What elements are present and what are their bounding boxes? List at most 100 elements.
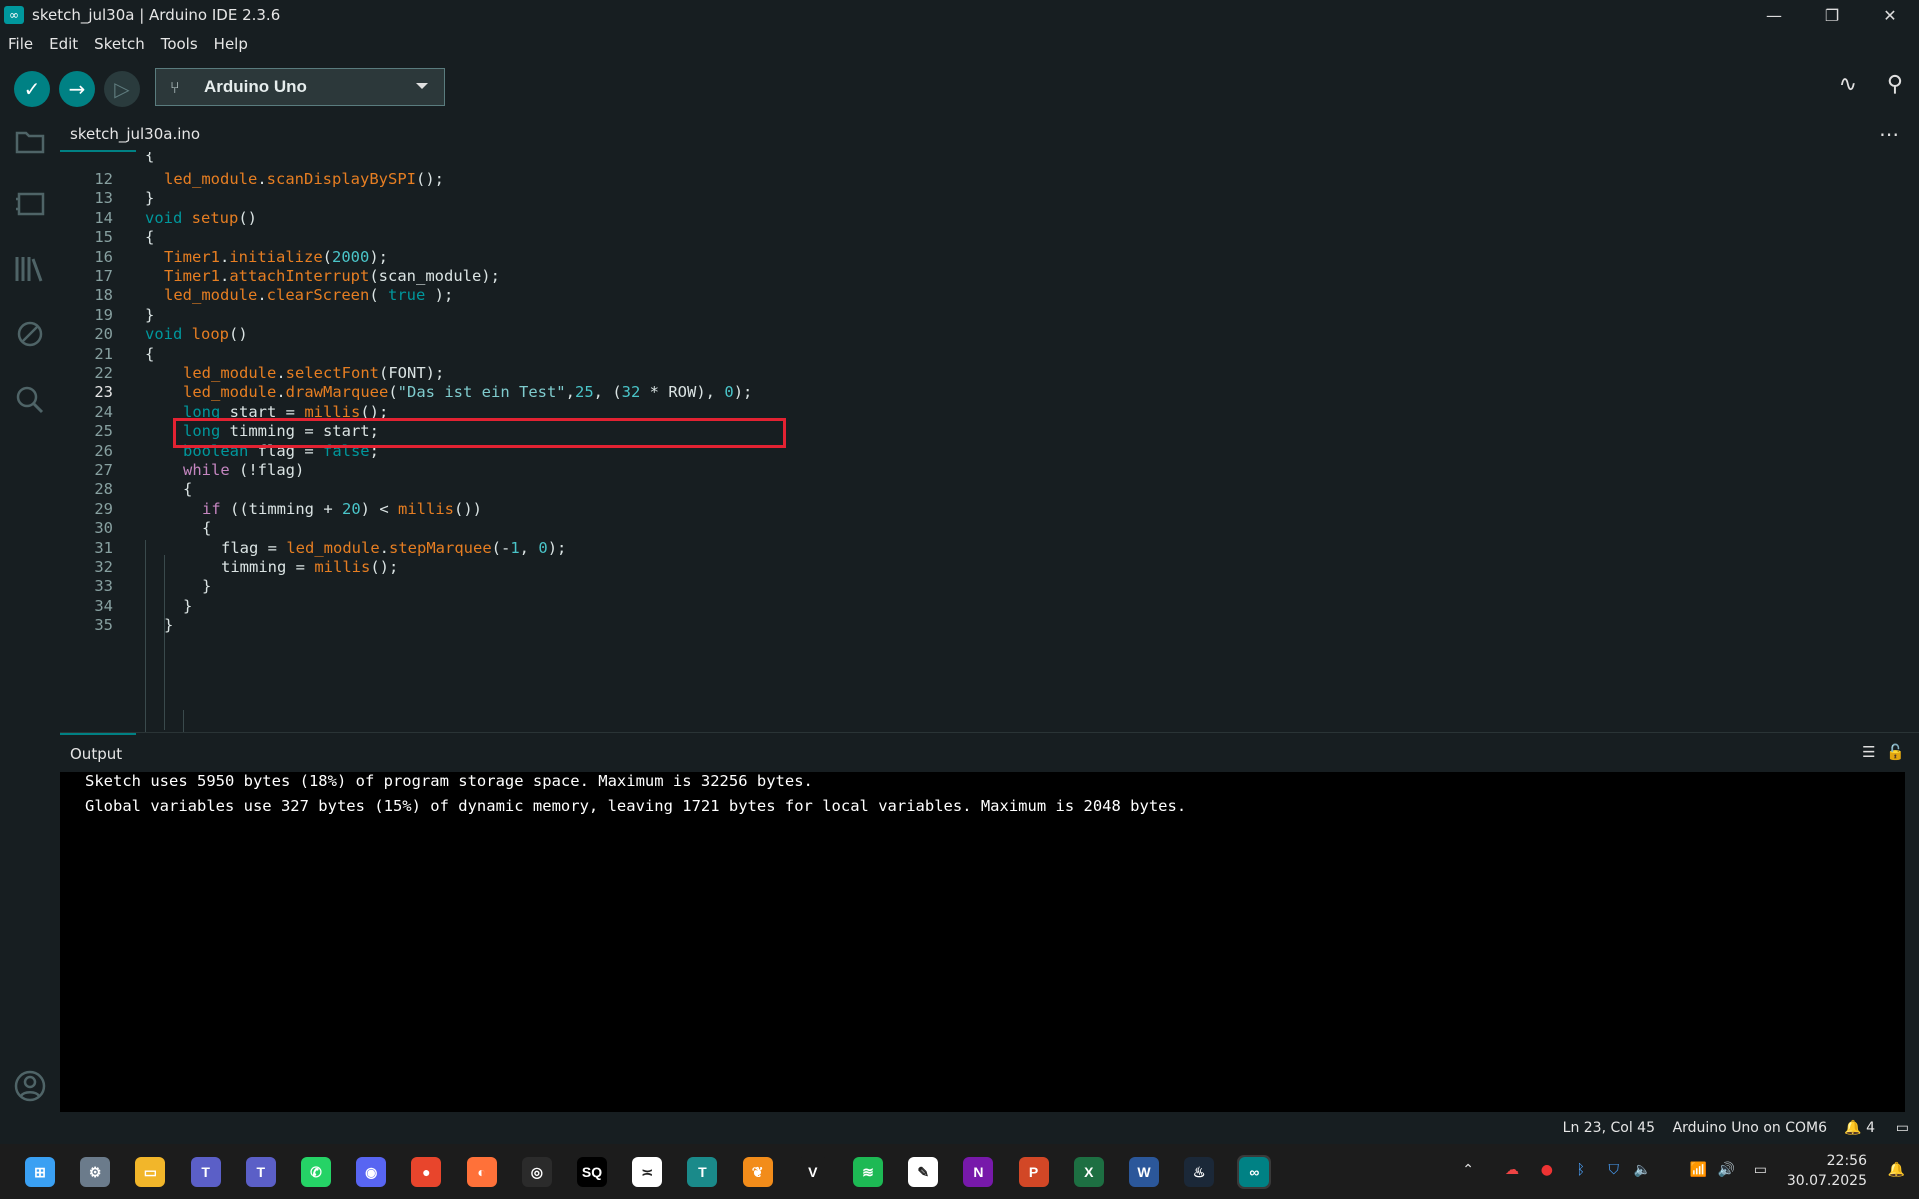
bluetooth-icon[interactable]: ᛒ <box>1577 1162 1585 1178</box>
teams-classic-glyph: T <box>245 1157 276 1187</box>
status-bar: Ln 23, Col 45 Arduino Uno on COM6 🔔 4 ▭ <box>60 1112 1919 1144</box>
taskbar-clock[interactable]: 22:56 30.07.2025 <box>1787 1151 1867 1191</box>
taskbar-teams-classic-icon[interactable]: T <box>244 1155 278 1189</box>
taskbar-teams-icon[interactable]: T <box>189 1155 223 1189</box>
indent-guide <box>145 540 146 732</box>
usb-icon: ⑂ <box>170 77 180 97</box>
wifi-icon[interactable]: 📶 <box>1690 1162 1707 1178</box>
clear-output-icon[interactable]: ☰ <box>1862 743 1875 761</box>
tab-sketch-file[interactable]: sketch_jul30a.ino <box>60 116 210 152</box>
taskbar-notes-icon[interactable]: ✎ <box>906 1155 940 1189</box>
app-red-glyph: ● <box>411 1157 442 1187</box>
windows-taskbar: ⊞ ⚙ ▭ T T ✆ ◉ ● ◐ ◎ SQ ≍ T ❦ V ≋ ✎ N P X W ♨ ∞ ⌃ ☁ ● ᛒ ⛉ 🔈 📶 🔊… <box>0 1144 1919 1199</box>
steam-glyph: ♨ <box>1184 1157 1215 1187</box>
toggle-bottom-panel-icon[interactable]: ▭ <box>1896 1120 1909 1136</box>
upload-button[interactable]: → <box>59 71 95 107</box>
board-manager-icon[interactable] <box>12 186 48 222</box>
menu-tools[interactable]: Tools <box>153 35 206 53</box>
output-panel-header: Output ☰ 🔓 <box>60 732 1919 772</box>
taskbar-app-tealblue-icon[interactable]: T <box>685 1155 719 1189</box>
taskbar-windows-start-icon[interactable]: ⊞ <box>23 1155 57 1189</box>
menu-edit[interactable]: Edit <box>41 35 86 53</box>
sq-glyph: SQ <box>577 1157 607 1187</box>
tray-red-app-icon[interactable]: ● <box>1541 1162 1553 1178</box>
serial-plotter-icon[interactable]: ∿ <box>1839 72 1857 97</box>
more-options-icon[interactable]: ⋯ <box>1879 122 1899 146</box>
arduino-glyph: ∞ <box>1239 1157 1270 1187</box>
notifications-count[interactable]: 🔔 4 <box>1844 1120 1875 1136</box>
taskbar-file-explorer-icon[interactable]: ▭ <box>133 1155 167 1189</box>
close-button[interactable]: ✕ <box>1861 0 1919 30</box>
scroll-lock-icon[interactable]: 🔓 <box>1886 743 1905 761</box>
onenote-glyph: N <box>963 1157 994 1187</box>
volume-icon[interactable]: 🔊 <box>1718 1162 1735 1178</box>
onedrive-error-icon[interactable]: ☁ <box>1505 1162 1519 1178</box>
tray-chevron-up-icon[interactable]: ⌃ <box>1462 1162 1474 1178</box>
teams-glyph: T <box>190 1157 221 1187</box>
taskbar-spotify-icon[interactable]: ≋ <box>851 1155 885 1189</box>
taskbar-powerpoint-icon[interactable]: P <box>1017 1155 1051 1189</box>
debug-play-icon: ▷ <box>114 77 130 101</box>
output-scrollbar[interactable] <box>1905 772 1919 1112</box>
taskbar-whatsapp-icon[interactable]: ✆ <box>299 1155 333 1189</box>
output-line: Sketch uses 5950 bytes (18%) of program … <box>85 772 813 790</box>
taskbar-arduino-icon[interactable]: ∞ <box>1237 1155 1272 1189</box>
tab-label: sketch_jul30a.ino <box>70 125 201 143</box>
clock-date: 30.07.2025 <box>1786 1173 1867 1189</box>
minimize-button[interactable]: — <box>1745 0 1803 30</box>
window-controls: — ❐ ✕ <box>1745 0 1919 30</box>
toolbar: ✓ → ▷ ⑂ Arduino Uno ∿ ⚲ <box>0 58 1919 116</box>
taskbar-onenote-icon[interactable]: N <box>961 1155 995 1189</box>
word-glyph: W <box>1129 1157 1159 1187</box>
discord-glyph: ◉ <box>356 1157 387 1187</box>
search-icon[interactable] <box>12 382 48 418</box>
cursor-position[interactable]: Ln 23, Col 45 <box>1563 1120 1655 1136</box>
debug-icon[interactable] <box>12 316 48 352</box>
taskbar-vivaldi-icon[interactable]: V <box>796 1155 830 1189</box>
editor-scrollbar[interactable] <box>1905 152 1919 732</box>
folder-icon[interactable] <box>12 124 48 160</box>
battery-icon[interactable]: ▭ <box>1754 1162 1767 1178</box>
menu-help[interactable]: Help <box>206 35 256 53</box>
taskbar-app-pink-icon[interactable]: ≍ <box>630 1155 664 1189</box>
file-explorer-glyph: ▭ <box>135 1157 166 1187</box>
taskbar-excel-icon[interactable]: X <box>1072 1155 1106 1189</box>
output-title[interactable]: Output <box>70 745 122 763</box>
board-name: Arduino Uno <box>204 77 307 96</box>
taskbar-obs-icon[interactable]: ◎ <box>520 1155 554 1189</box>
app-tealblue-glyph: T <box>687 1157 718 1187</box>
bell-icon: 🔔 <box>1844 1120 1862 1136</box>
account-icon[interactable] <box>12 1068 48 1104</box>
taskbar-firefox-icon[interactable]: ◐ <box>465 1155 499 1189</box>
taskbar-discord-icon[interactable]: ◉ <box>354 1155 388 1189</box>
restore-button[interactable]: ❐ <box>1803 0 1861 30</box>
library-icon[interactable] <box>12 251 48 287</box>
security-shield-icon[interactable]: ⛉ <box>1609 1162 1620 1178</box>
indent-guide <box>164 555 165 730</box>
output-line: Global variables use 327 bytes (15%) of … <box>85 797 1187 815</box>
check-icon: ✓ <box>23 77 41 101</box>
menu-sketch[interactable]: Sketch <box>86 35 153 53</box>
serial-monitor-icon[interactable]: ⚲ <box>1887 72 1903 97</box>
taskbar-fl-studio-icon[interactable]: ❦ <box>741 1155 775 1189</box>
notification-center-icon[interactable]: 🔔 <box>1888 1162 1905 1178</box>
app-pink-glyph: ≍ <box>632 1157 663 1187</box>
verify-button[interactable]: ✓ <box>14 71 50 107</box>
taskbar-word-icon[interactable]: W <box>1127 1155 1161 1189</box>
board-port-status[interactable]: Arduino Uno on COM6 <box>1673 1120 1827 1136</box>
code-line-partial: { <box>145 152 155 164</box>
output-console: Sketch uses 5950 bytes (18%) of program … <box>60 772 1905 1112</box>
debug-button[interactable]: ▷ <box>104 71 140 107</box>
taskbar-settings-icon[interactable]: ⚙ <box>78 1155 112 1189</box>
powerpoint-glyph: P <box>1018 1157 1049 1187</box>
taskbar-steam-icon[interactable]: ♨ <box>1182 1155 1216 1189</box>
board-selector[interactable]: ⑂ Arduino Uno <box>155 68 445 106</box>
menu-file[interactable]: File <box>0 35 41 53</box>
taskbar-sq-icon[interactable]: SQ <box>575 1155 609 1189</box>
speaker-mute-icon[interactable]: 🔈 <box>1634 1162 1651 1178</box>
whatsapp-glyph: ✆ <box>301 1157 331 1187</box>
chevron-down-icon <box>416 83 428 89</box>
taskbar-app-red-icon[interactable]: ● <box>409 1155 443 1189</box>
arduino-logo-icon: ∞ <box>4 6 24 24</box>
firefox-glyph: ◐ <box>466 1157 497 1187</box>
